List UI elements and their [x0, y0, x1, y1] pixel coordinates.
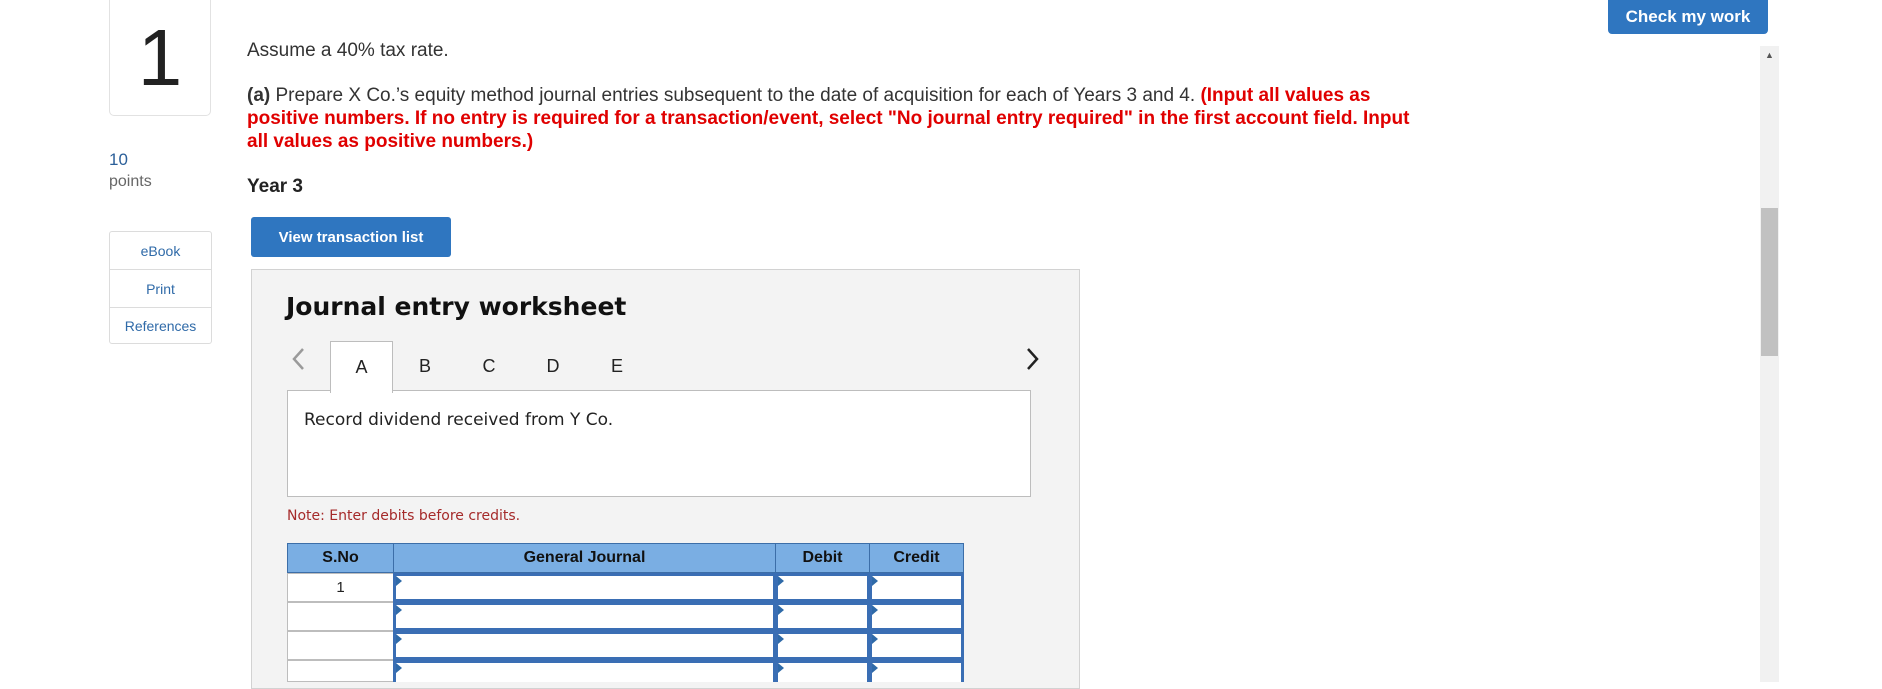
credit-input[interactable] — [869, 573, 964, 602]
entry-note: Note: Enter debits before credits. — [287, 508, 521, 524]
check-my-work-button[interactable]: Check my work — [1608, 0, 1768, 34]
transaction-description-box — [287, 390, 1031, 497]
column-header-debit: Debit — [775, 543, 870, 573]
part-label: (a) — [247, 85, 271, 106]
row-sno: 1 — [287, 573, 394, 602]
debit-input[interactable] — [775, 660, 870, 682]
tab-d[interactable]: D — [533, 341, 573, 391]
tab-c[interactable]: C — [469, 341, 509, 391]
worksheet-title: Journal entry worksheet — [286, 292, 627, 321]
account-input[interactable] — [393, 602, 776, 631]
chevron-left-icon[interactable] — [288, 344, 308, 374]
column-header-credit: Credit — [869, 543, 964, 573]
part-text: Prepare X Co.’s equity method journal en… — [270, 85, 1201, 106]
view-transaction-list-button[interactable]: View transaction list — [251, 217, 451, 257]
points-label: points — [109, 173, 152, 190]
points-value: 10 — [109, 150, 128, 169]
row-sno — [287, 631, 394, 660]
account-input[interactable] — [393, 631, 776, 660]
chevron-right-icon[interactable] — [1023, 344, 1043, 374]
account-input[interactable] — [393, 573, 776, 602]
credit-input[interactable] — [869, 631, 964, 660]
scroll-up-icon[interactable]: ▲ — [1760, 46, 1779, 64]
credit-input[interactable] — [869, 602, 964, 631]
tab-b[interactable]: B — [405, 341, 445, 391]
question-prompt: (a) Prepare X Co.’s equity method journa… — [247, 84, 1427, 153]
credit-input[interactable] — [869, 660, 964, 682]
debit-input[interactable] — [775, 573, 870, 602]
references-link[interactable]: References — [110, 308, 211, 343]
debit-input[interactable] — [775, 631, 870, 660]
scrollbar-track[interactable] — [1760, 46, 1779, 682]
question-number: 1 — [109, 0, 211, 116]
column-header-general-journal: General Journal — [393, 543, 776, 573]
tab-a[interactable]: A — [330, 341, 393, 393]
account-input[interactable] — [393, 660, 776, 682]
row-sno — [287, 602, 394, 631]
transaction-description: Record dividend received from Y Co. — [304, 410, 614, 430]
debit-input[interactable] — [775, 602, 870, 631]
print-link[interactable]: Print — [110, 270, 211, 308]
year-label: Year 3 — [247, 176, 303, 197]
tab-e[interactable]: E — [597, 341, 637, 391]
column-header-sno: S.No — [287, 543, 394, 573]
scrollbar-thumb[interactable] — [1761, 208, 1778, 356]
question-intro: Assume a 40% tax rate. — [247, 40, 449, 61]
ebook-link[interactable]: eBook — [110, 232, 211, 270]
side-links: eBook Print References — [109, 231, 212, 344]
row-sno — [287, 660, 394, 682]
